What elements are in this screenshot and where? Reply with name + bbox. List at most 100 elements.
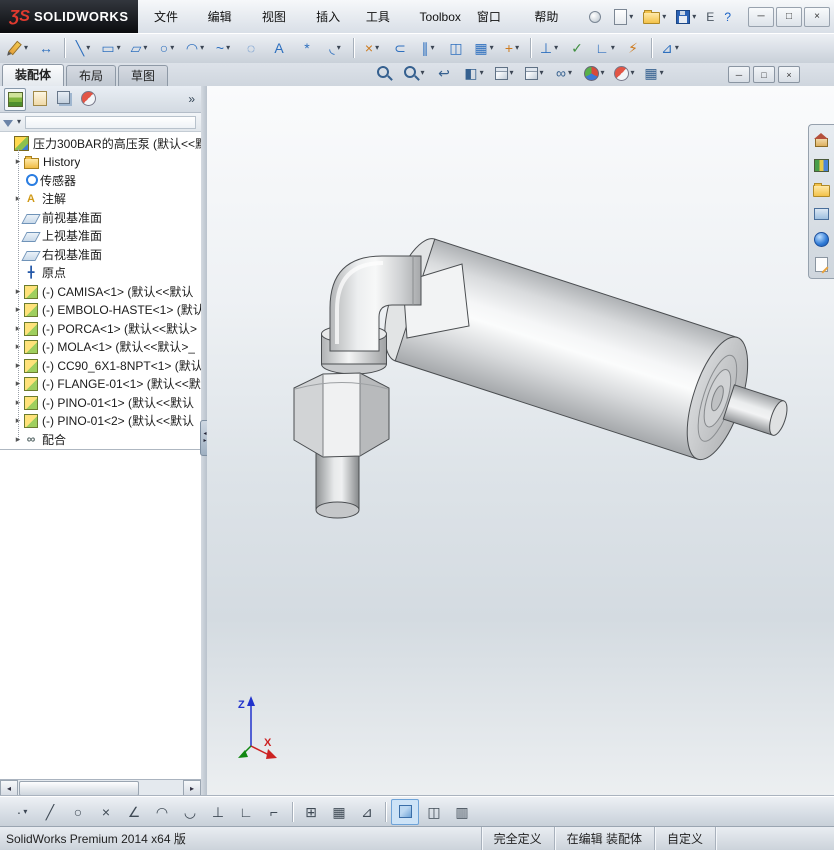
dropdown-arrow-icon[interactable]: ▾ — [675, 44, 679, 52]
dropdown-arrow-icon[interactable]: ▾ — [200, 44, 204, 52]
model-hex-nut[interactable] — [293, 372, 390, 458]
expander-icon[interactable]: ▸ — [12, 360, 24, 371]
dropdown-arrow-icon[interactable]: ▾ — [24, 44, 28, 52]
model-pino-pipe[interactable] — [315, 447, 360, 519]
tree-item[interactable]: ▸ (-) CAMISA<1> (默认<<默认 — [0, 282, 201, 301]
dropdown-arrow-icon[interactable]: ▾ — [510, 69, 514, 77]
angle-grid-button[interactable]: ⊿ — [354, 800, 380, 824]
expander-icon[interactable]: ▸ — [12, 341, 24, 352]
doc-minimize-button[interactable]: ─ — [728, 66, 750, 83]
sketch-button[interactable]: ▾ — [5, 36, 31, 60]
dropdown-arrow-icon[interactable]: ▾ — [662, 12, 666, 21]
dropdown-arrow-icon[interactable]: ▾ — [515, 44, 519, 52]
expander-icon[interactable]: ▸ — [12, 156, 24, 167]
dropdown-arrow-icon[interactable]: ▾ — [490, 44, 494, 52]
menu-item-7[interactable]: 帮助(H) — [526, 6, 581, 46]
dropdown-arrow-icon[interactable]: ▾ — [568, 69, 572, 77]
menu-item-2[interactable]: 视图(V) — [254, 6, 308, 46]
graphics-viewport[interactable]: Z X — [207, 86, 834, 796]
tree-item[interactable]: ▸ ∞ 配合 — [0, 430, 201, 449]
tree-item[interactable]: ▸ (-) FLANGE-01<1> (默认<<默 — [0, 375, 201, 394]
view-settings-button[interactable]: ▦ ▾ — [641, 61, 667, 85]
zoom-fit-button[interactable] — [371, 61, 397, 85]
assembly-3d-view[interactable]: Z X — [207, 86, 834, 796]
dropdown-arrow-icon[interactable]: ▾ — [480, 69, 484, 77]
tree-item[interactable]: ▸ (-) PINO-01<1> (默认<<默认 — [0, 393, 201, 412]
point-button[interactable]: * — [294, 36, 320, 60]
menu-pin-icon[interactable] — [589, 10, 602, 23]
displaymanager-button[interactable] — [78, 88, 98, 109]
open-button[interactable]: ▾ — [640, 7, 669, 26]
model-camisa-cylinder[interactable] — [372, 232, 804, 481]
restore-button[interactable]: □ — [776, 6, 802, 27]
edit-appearance-button[interactable]: ▾ — [581, 61, 607, 85]
filter-funnel-icon[interactable] — [3, 119, 13, 127]
zoom-area-button[interactable]: ▾ — [401, 61, 427, 85]
linear-sketch-pattern-button[interactable]: ▦ ▾ — [471, 36, 497, 60]
expander-icon[interactable]: ▸ — [12, 193, 24, 204]
grid-settings-button[interactable]: ⊞ — [298, 800, 324, 824]
expander-icon[interactable]: ▸ — [12, 323, 24, 334]
display-delete-relations-button[interactable]: ⊥ ▾ — [536, 36, 562, 60]
filter-dropdown-arrow-icon[interactable]: ▾ — [17, 118, 21, 126]
smart-dimension-button[interactable]: ↔ — [33, 36, 59, 60]
apply-scene-button[interactable]: ▾ — [611, 61, 637, 85]
trim-entities-button[interactable]: × ▾ — [359, 36, 385, 60]
sketch-fillet-button[interactable]: ◟ ▾ — [322, 36, 348, 60]
mirror-entities-button[interactable]: ◫ — [443, 36, 469, 60]
tree-filter-input[interactable] — [25, 115, 196, 129]
doc-close-button[interactable]: × — [778, 66, 800, 83]
dropdown-arrow-icon[interactable]: ▾ — [430, 44, 434, 52]
nearest-snap-button[interactable]: ◠ — [149, 800, 175, 824]
dropdown-arrow-icon[interactable]: ▾ — [23, 807, 27, 816]
menu-item-4[interactable]: 工具(T) — [358, 6, 412, 46]
shaded-with-edges-button[interactable] — [391, 798, 419, 825]
dropdown-arrow-icon[interactable]: ▾ — [86, 44, 90, 52]
dropdown-arrow-icon[interactable]: ▾ — [421, 69, 425, 77]
instant2d-button[interactable]: ⊿ ▾ — [657, 36, 683, 60]
wireframe-button[interactable]: ▥ — [449, 800, 475, 824]
tree-item[interactable]: ▸ (-) CC90_6X1-8NPT<1> (默认 — [0, 356, 201, 375]
repair-sketch-button[interactable]: ✓ — [564, 36, 590, 60]
dropdown-arrow-icon[interactable]: ▾ — [226, 44, 230, 52]
convert-entities-button[interactable]: ⊂ — [387, 36, 413, 60]
text-button[interactable]: A — [266, 36, 292, 60]
line-button[interactable]: ╲ ▾ — [70, 36, 96, 60]
h-v-snap-button[interactable]: ∟ — [233, 800, 259, 824]
panel-chevron-icon[interactable]: » — [188, 92, 197, 106]
tab-assembly[interactable]: 装配体 — [2, 64, 65, 86]
home-button[interactable] — [812, 130, 832, 148]
tree-item[interactable]: 传感器 — [0, 171, 201, 190]
tangent-snap-button[interactable]: ◡ — [177, 800, 203, 824]
expander-icon[interactable]: ▸ — [12, 415, 24, 426]
expander-icon[interactable]: ▸ — [12, 378, 24, 389]
panel-horizontal-scrollbar[interactable]: ◂ ▸ — [0, 779, 201, 797]
spline-button[interactable]: ~ ▾ — [210, 36, 236, 60]
dropdown-arrow-icon[interactable]: ▾ — [611, 44, 615, 52]
print-button[interactable]: E — [703, 8, 717, 26]
tree-split-divider[interactable] — [0, 448, 201, 454]
section-view-button[interactable]: ◧ ▾ — [461, 61, 487, 85]
tree-item[interactable]: ▸ (-) PINO-01<2> (默认<<默认 — [0, 412, 201, 431]
hide-show-items-button[interactable]: ∞ ▾ — [551, 61, 577, 85]
file-explorer-button[interactable] — [812, 180, 832, 198]
scroll-left-arrow-icon[interactable]: ◂ — [0, 779, 18, 797]
move-entities-button[interactable]: + ▾ — [499, 36, 525, 60]
dropdown-arrow-icon[interactable]: ▾ — [660, 69, 664, 77]
close-button[interactable]: × — [804, 6, 830, 27]
rapid-sketch-button[interactable]: ⚡ — [620, 36, 646, 60]
tree-item[interactable]: ╋ 原点 — [0, 264, 201, 283]
intersection-snap-button[interactable]: × — [93, 800, 119, 824]
length-snap-button[interactable]: ▦ — [326, 800, 352, 824]
line-filter-button[interactable]: ╱ — [37, 800, 63, 824]
dropdown-arrow-icon[interactable]: ▾ — [375, 44, 379, 52]
expander-icon[interactable]: ▸ — [12, 304, 24, 315]
dropdown-arrow-icon[interactable]: ▾ — [554, 44, 558, 52]
previous-view-button[interactable]: ↩ — [431, 61, 457, 85]
dropdown-arrow-icon[interactable]: ▾ — [117, 44, 121, 52]
minimize-button[interactable]: ─ — [748, 6, 774, 27]
design-library-button[interactable] — [812, 155, 832, 173]
view-orientation-button[interactable]: ▾ — [491, 61, 517, 85]
corner-rectangle-button[interactable]: ▭ ▾ — [98, 36, 124, 60]
help-button[interactable]: ? — [721, 8, 734, 26]
